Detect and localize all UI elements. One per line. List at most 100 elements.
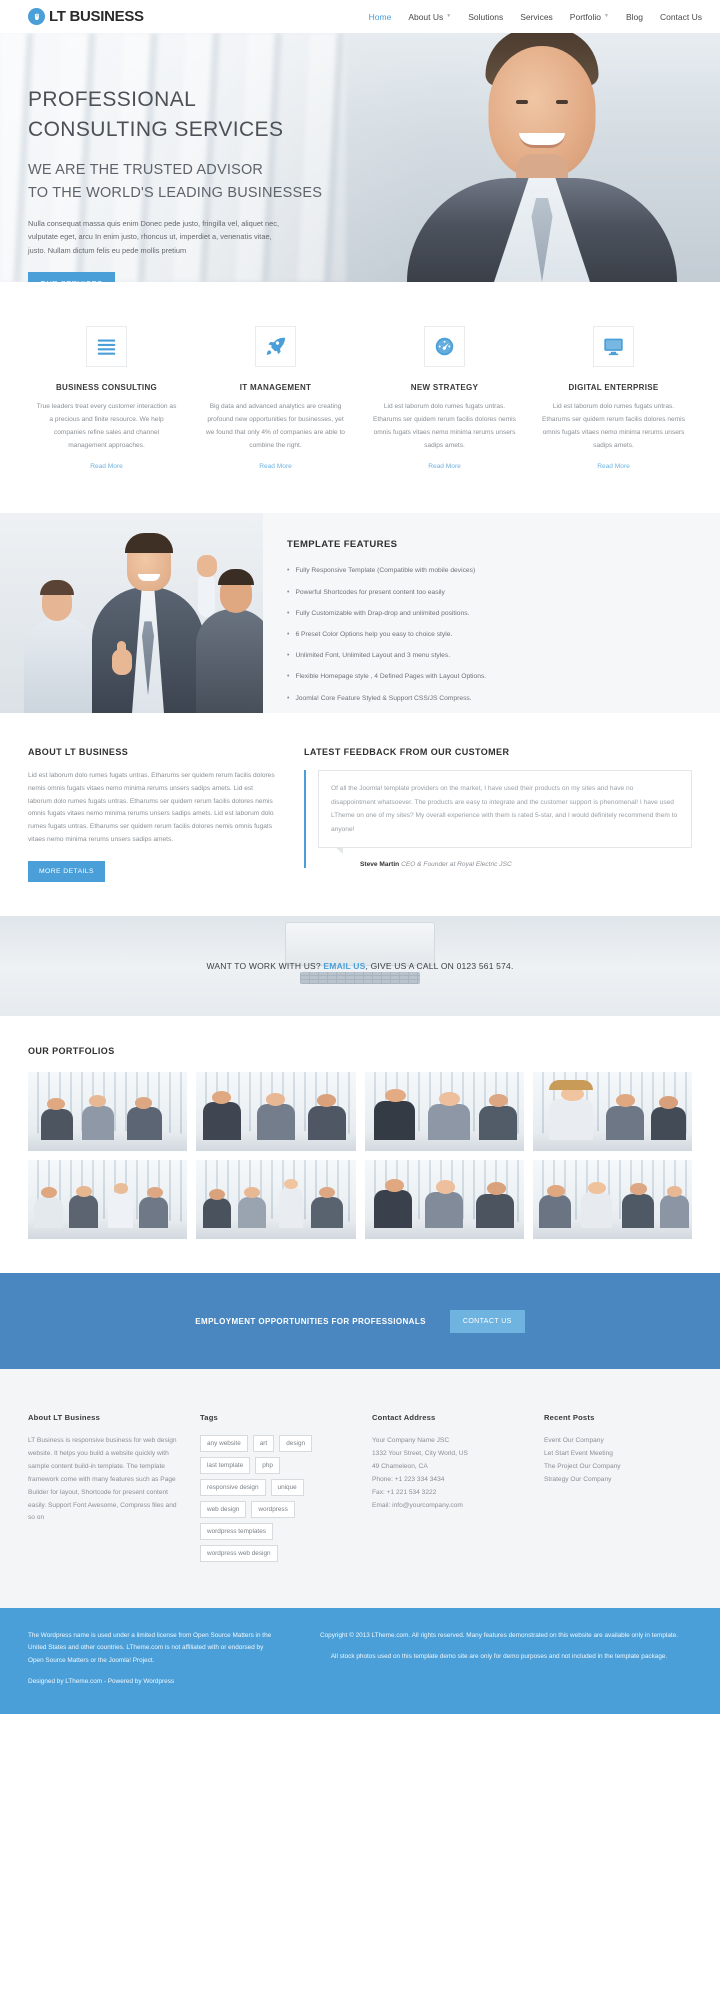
brand-logo[interactable]: LT BUSINESS [28, 8, 144, 25]
employment-text: EMPLOYMENT OPPORTUNITIES FOR PROFESSIONA… [195, 1316, 426, 1326]
footer-address-title: Contact Address [372, 1413, 436, 1423]
dashboard-gauge-icon [424, 326, 465, 367]
portfolio-title: OUR PORTFOLIOS [28, 1046, 115, 1057]
portfolio-item-1[interactable] [28, 1072, 188, 1152]
office-desk-photo [210, 922, 510, 985]
about-title: ABOUT LT BUSINESS [28, 747, 129, 758]
nav-item-solutions[interactable]: Solutions [468, 12, 503, 22]
nav-label: About Us [408, 11, 444, 22]
team-celebration-photo [0, 513, 263, 714]
tag-item[interactable]: responsive design [200, 1479, 266, 1497]
portfolio-item-3[interactable] [364, 1072, 524, 1152]
read-more-link[interactable]: Read More [597, 463, 630, 470]
tag-item[interactable]: any website [200, 1435, 248, 1453]
tag-item[interactable]: php [255, 1457, 280, 1475]
footer-tags-title: Tags [200, 1413, 218, 1423]
feature-text: 6 Preset Color Options help you easy to … [295, 631, 453, 639]
recent-post-link[interactable]: The Project Our Company [544, 1461, 692, 1474]
service-card-digital-enterprise[interactable]: DIGITAL ENTERPRISE Lid est laborum dolo … [529, 326, 698, 473]
copyright-text: Copyright © 2013 LTheme.com. All rights … [319, 1632, 679, 1640]
footer-posts-column: Recent Posts Event Our Company Let Start… [544, 1413, 692, 1562]
portfolio-item-4[interactable] [532, 1072, 692, 1152]
nav-label: Contact Us [659, 11, 702, 22]
bullet-icon: • [287, 694, 290, 702]
nav-item-contact-us[interactable]: Contact Us [660, 12, 702, 22]
recent-post-link[interactable]: Strategy Our Company [544, 1474, 692, 1487]
cta-text-after: , GIVE US A CALL ON 0123 561 574. [365, 961, 514, 972]
chevron-down-icon: ▼ [603, 13, 609, 19]
tag-item[interactable]: art [252, 1435, 275, 1453]
testimonial-author: Steve Martin CEO & Founder at Royal Elec… [318, 861, 692, 868]
read-more-link[interactable]: Read More [259, 463, 292, 470]
address-line: Your Company Name JSC [372, 1437, 450, 1445]
tag-item[interactable]: web design [200, 1501, 247, 1519]
hero-banner: PROFESSIONAL CONSULTING SERVICES WE ARE … [0, 33, 720, 282]
feature-text: Fully Customizable with Drap-drop and un… [295, 609, 470, 617]
tag-cloud: any website art design last template php… [200, 1435, 350, 1563]
feature-item: • 6 Preset Color Options help you easy to… [287, 630, 692, 641]
email-us-link[interactable]: EMAIL US [323, 961, 365, 971]
service-card-it-management[interactable]: IT MANAGEMENT Big data and advanced anal… [191, 326, 360, 473]
designed-by-text[interactable]: Designed by LTheme.com - Powered by Word… [28, 1676, 280, 1688]
portfolio-item-8[interactable] [532, 1160, 692, 1240]
testimonial-author-role: CEO & Founder at Royal Electric JSC [401, 861, 512, 869]
feature-item: • Unlimited Font, Unlimited Layout and 3 … [287, 651, 692, 662]
nav-item-blog[interactable]: Blog [626, 12, 643, 22]
tag-item[interactable]: last template [200, 1457, 251, 1475]
copyright-right: Copyright © 2013 LTheme.com. All rights … [306, 1630, 692, 1688]
tag-item[interactable]: wordpress web design [200, 1545, 278, 1563]
stock-photo-notice: All stock photos used on this template d… [330, 1653, 668, 1661]
tag-item[interactable]: design [279, 1435, 313, 1453]
nav-item-about-us[interactable]: About Us ▼ [408, 12, 451, 22]
nav-item-home[interactable]: Home [369, 12, 392, 22]
recent-post-link[interactable]: Event Our Company [544, 1435, 692, 1448]
nav-label: Services [520, 11, 553, 22]
bullet-icon: • [287, 631, 290, 639]
portfolio-item-2[interactable] [196, 1072, 356, 1152]
main-nav: Home About Us ▼ Solutions Services Portfo… [369, 12, 702, 22]
service-card-business-consulting[interactable]: BUSINESS CONSULTING True leaders treat e… [22, 326, 191, 473]
nav-item-portfolio[interactable]: Portfolio ▼ [570, 12, 609, 22]
nav-item-services[interactable]: Services [520, 12, 553, 22]
service-description: Lid est laborum dolo rumes fugats untras… [373, 403, 516, 449]
hero-content: PROFESSIONAL CONSULTING SERVICES WE ARE … [28, 85, 348, 282]
service-card-new-strategy[interactable]: NEW STRATEGY Lid est laborum dolo rumes … [360, 326, 529, 473]
portfolio-item-6[interactable] [196, 1160, 356, 1240]
feedback-title: LATEST FEEDBACK FROM OUR CUSTOMER [304, 747, 510, 758]
service-title: BUSINESS CONSULTING [55, 383, 158, 392]
hero-subtitle-line-1: WE ARE THE TRUSTED ADVISOR [28, 161, 264, 178]
list-lines-icon [86, 326, 127, 367]
bullet-icon: • [287, 652, 290, 660]
feature-item: • Powerful Shortcodes for present content… [287, 588, 692, 599]
portfolio-item-7[interactable] [364, 1160, 524, 1240]
address-line-email[interactable]: Email: info@yourcompany.com [372, 1500, 522, 1513]
read-more-link[interactable]: Read More [90, 463, 123, 470]
footer-tags-column: Tags any website art design last templat… [200, 1413, 350, 1563]
features-list: TEMPLATE FEATURES • Fully Responsive Temp… [263, 513, 720, 713]
footer-about-title: About LT Business [28, 1413, 101, 1423]
footer-address-column: Contact Address Your Company Name JSC 13… [372, 1413, 522, 1562]
footer-posts-title: Recent Posts [544, 1413, 595, 1423]
more-details-button[interactable]: MORE DETAILS [28, 861, 105, 883]
hand-logo-icon [28, 8, 45, 25]
read-more-link[interactable]: Read More [428, 463, 461, 470]
recent-post-link[interactable]: Let Start Event Meeting [544, 1448, 692, 1461]
contact-us-button[interactable]: CONTACT US [449, 1309, 525, 1333]
footer-about-column: About LT Business LT Business is respons… [28, 1413, 178, 1562]
copyright-left: The Wordpress name is used under a limit… [28, 1630, 280, 1688]
service-description: Lid est laborum dolo rumes fugats untras… [542, 403, 685, 449]
address-line: 49 Chameleon, CA [372, 1463, 428, 1470]
feature-text: Joomla! Core Feature Styled & Support CS… [295, 694, 472, 702]
nav-label: Solutions [468, 11, 504, 22]
testimonial-quote: Of all the Joomla! template providers on… [318, 770, 692, 855]
desktop-monitor-icon [593, 326, 634, 367]
tag-item[interactable]: wordpress [251, 1501, 295, 1519]
footer-about-text: LT Business is responsive business for w… [28, 1437, 177, 1522]
feature-text: Powerful Shortcodes for present content … [295, 588, 445, 596]
tag-item[interactable]: unique [270, 1479, 304, 1497]
about-paragraph: Lid est laborum dolo rumes fugats untras… [28, 772, 275, 843]
portfolio-item-5[interactable] [28, 1160, 188, 1240]
tag-item[interactable]: wordpress templates [200, 1523, 273, 1541]
feedback-column: LATEST FEEDBACK FROM OUR CUSTOMER Of all… [304, 747, 692, 882]
our-services-button[interactable]: OUR SERVICES [28, 271, 115, 282]
